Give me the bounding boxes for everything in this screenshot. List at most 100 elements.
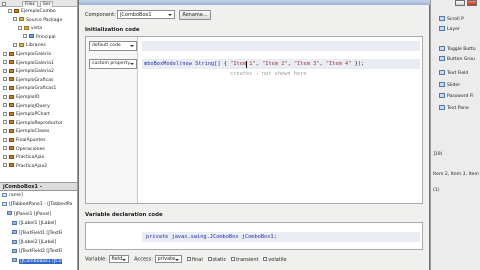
project-tree-label: EjemploClases (16, 129, 50, 135)
project-tree-item[interactable]: Libraries (13, 42, 46, 50)
code-string-3: "Item 3" (293, 61, 320, 67)
default-code-select[interactable]: default code (89, 41, 137, 51)
expand-toggle-icon[interactable] (3, 154, 7, 159)
component-icon (439, 93, 445, 98)
navigator-tree-item[interactable]: [JComboBox1 [JCo (12, 258, 63, 266)
project-tree-item[interactable]: EjemploReproductor (3, 120, 63, 128)
palette-item-label: Text Pane (447, 106, 469, 111)
project-tree-label: EjemploPChart (16, 112, 50, 118)
expand-toggle-icon[interactable] (23, 34, 27, 39)
init-code-line[interactable]: mboBoxModel(new String[] { "Item 1", "It… (144, 60, 364, 68)
project-tree-item[interactable]: FinalApuntes (3, 137, 46, 145)
expand-toggle-icon[interactable] (3, 120, 7, 125)
checkbox-icon (231, 257, 236, 261)
project-tree-item[interactable]: EjemploIO (3, 94, 39, 102)
expand-toggle-icon[interactable] (3, 77, 7, 82)
volatile-checkbox[interactable]: volatile (263, 257, 287, 263)
project-icon (9, 163, 14, 168)
expand-toggle-icon[interactable] (13, 17, 17, 22)
palette-item[interactable]: Slider (439, 82, 460, 90)
expand-toggle-icon[interactable] (8, 8, 12, 13)
expand-toggle-icon[interactable] (13, 42, 17, 47)
final-checkbox[interactable]: final (186, 256, 203, 263)
navigator-tree-item[interactable]: [JTabbedPane1 - [JTabbedPa (2, 201, 72, 209)
project-tree-item[interactable]: Principal (23, 34, 56, 42)
navigator-tree-item[interactable]: [JTextField1 [JTextFi (12, 230, 62, 238)
palette-item[interactable]: Toggle Butto (439, 46, 476, 54)
expand-toggle-icon[interactable] (3, 60, 7, 65)
expand-toggle-icon[interactable] (3, 163, 7, 168)
chevron-down-icon (175, 259, 180, 261)
navigator-tree-item[interactable]: [JLabel1 [JLabel] (12, 220, 56, 228)
project-tree-item[interactable]: EjemploGaleria2 (3, 68, 54, 76)
rename-button[interactable]: Rename... (179, 10, 211, 20)
code-prefix: mboBoxModel( (144, 61, 183, 67)
final-label: final (191, 256, 203, 263)
project-tree-item[interactable]: PracticaAjax2 (3, 163, 47, 171)
project-tree-item[interactable]: Operaciones (3, 146, 45, 154)
project-tree-item[interactable]: EjemploGraficas (3, 77, 53, 85)
tab-files[interactable]: Files (22, 1, 38, 7)
navigator-tree-item[interactable]: [JTextField2 [JTextFi (12, 248, 62, 256)
dialog-titlebar[interactable] (79, 0, 431, 5)
access-select[interactable]: private (154, 255, 183, 263)
project-icon (9, 77, 14, 82)
project-tree-item[interactable]: EjemploPChart (3, 111, 50, 119)
variable-select[interactable]: field (108, 255, 130, 263)
palette-item[interactable]: Password Fi (439, 93, 474, 101)
navigator-tree-item[interactable]: [JPanel1 [JPanel] (7, 211, 51, 219)
chevron-down-icon (130, 45, 134, 47)
palette-item[interactable]: Layer (439, 26, 460, 34)
property-value: (1) (433, 188, 440, 193)
navigator-tree-item[interactable]: rame] (2, 192, 23, 200)
package-icon (19, 42, 24, 47)
text-cursor (246, 61, 249, 68)
project-tree-item[interactable]: PracticaAjax (3, 154, 44, 162)
expand-toggle-icon[interactable] (3, 146, 7, 151)
navigator-tree-item[interactable]: [JLabel2 [JLabel] (12, 239, 56, 247)
project-icon (9, 68, 14, 73)
palette-item[interactable]: Scroll P (439, 16, 464, 24)
tab-services[interactable]: Ser (40, 1, 54, 7)
project-tree-item[interactable]: Source Package (13, 17, 62, 25)
project-tree-item[interactable]: vista (18, 25, 42, 33)
component-select[interactable]: jComboBox1 (117, 10, 175, 19)
projects-panel: Files Ser EjemploCombo Source Package vist… (0, 0, 78, 270)
collapse-toggle-icon[interactable] (2, 2, 6, 6)
minimize-icon[interactable] (455, 0, 465, 6)
project-tree-item[interactable]: EjemploClases (3, 128, 49, 136)
expand-toggle-icon[interactable] (3, 68, 7, 73)
static-checkbox[interactable]: static (207, 257, 226, 263)
close-icon[interactable] (467, 0, 477, 6)
project-tree-item[interactable]: EjemploCombo (8, 8, 56, 16)
expand-toggle-icon[interactable] (3, 51, 7, 56)
palette-item[interactable]: Button Grou (439, 56, 475, 64)
component-icon (439, 16, 445, 21)
project-icon (9, 128, 14, 133)
package-icon (19, 17, 24, 22)
project-icon (9, 85, 14, 90)
transient-checkbox[interactable]: transient (231, 257, 259, 263)
project-tree-item[interactable]: EjemploGraficas1 (3, 85, 56, 93)
palette-item[interactable]: Text Pane (439, 105, 469, 113)
expand-toggle-icon[interactable] (18, 25, 22, 30)
expand-toggle-icon[interactable] (3, 111, 7, 116)
navigator-tree-label: [JTabbedPane1 - [JTabbedPa (9, 202, 73, 208)
expand-toggle-icon[interactable] (3, 103, 7, 108)
palette-item[interactable]: Text Field (439, 70, 468, 78)
custom-property-select[interactable]: custom property (89, 59, 137, 69)
project-tree-item[interactable]: EjemploGaleria (3, 51, 51, 59)
expand-toggle-icon[interactable] (3, 137, 7, 142)
project-tree-item[interactable]: EjemploGaleria1 (3, 60, 54, 68)
project-tree-label: EjemploGaleria2 (16, 69, 54, 75)
checkbox-icon (207, 257, 212, 261)
project-tree-label: Principal (36, 34, 56, 40)
expand-toggle-icon[interactable] (3, 94, 7, 99)
var-code-line[interactable]: private javax.swing.JComboBox jComboBox1… (146, 233, 277, 241)
project-icon (9, 120, 14, 125)
expand-toggle-icon[interactable] (3, 85, 7, 90)
palette-panel: Scroll P Layer Toggle Butto Button Grou Text… (430, 0, 480, 270)
project-tree-item[interactable]: EjemploJQuery (3, 103, 50, 111)
navigator-tree: rame] [JTabbedPane1 - [JTabbedPa [JPanel1 … (0, 192, 77, 270)
expand-toggle-icon[interactable] (3, 128, 7, 133)
